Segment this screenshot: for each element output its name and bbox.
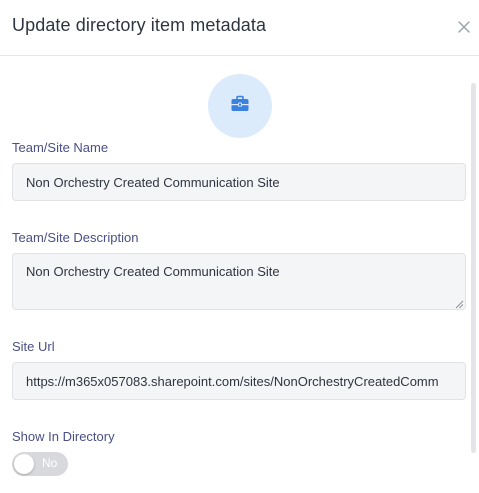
scrollbar-thumb[interactable]: [471, 83, 476, 453]
show-in-directory-label: Show In Directory: [12, 429, 115, 444]
update-metadata-dialog: Update directory item metadata Team/Site…: [0, 0, 479, 493]
team-name-label: Team/Site Name: [12, 140, 109, 155]
site-url-label: Site Url: [12, 339, 55, 354]
toggle-state-text: No: [42, 456, 58, 470]
briefcase-icon: [230, 95, 250, 118]
scrollbar[interactable]: [467, 57, 479, 493]
team-name-input[interactable]: [12, 163, 466, 201]
avatar: [208, 74, 272, 138]
dialog-title: Update directory item metadata: [12, 15, 267, 35]
dialog-header: Update directory item metadata: [0, 0, 479, 56]
toggle-knob: [14, 454, 34, 474]
resize-grip-icon[interactable]: [455, 296, 464, 309]
close-icon[interactable]: [455, 18, 473, 36]
team-description-textarea[interactable]: Non Orchestry Created Communication Site: [12, 253, 466, 310]
team-description-label: Team/Site Description: [12, 230, 139, 245]
site-url-input[interactable]: [12, 362, 466, 400]
show-in-directory-toggle[interactable]: No: [12, 452, 68, 476]
dialog-body: Team/Site Name Team/Site Description Non…: [0, 57, 479, 493]
